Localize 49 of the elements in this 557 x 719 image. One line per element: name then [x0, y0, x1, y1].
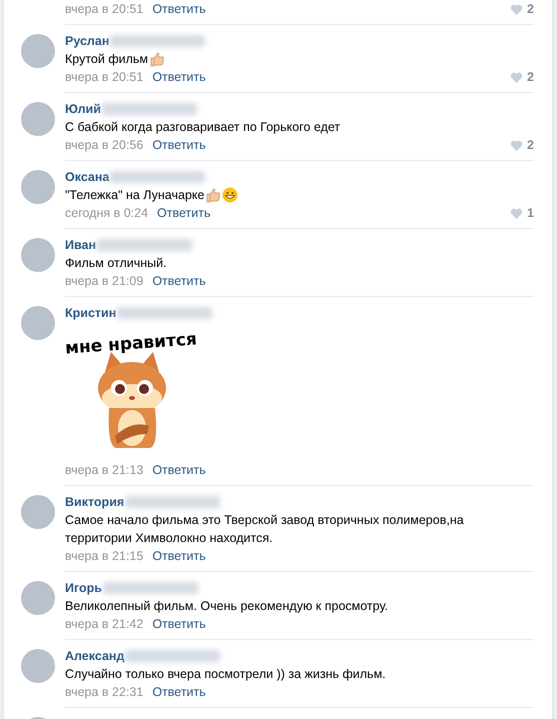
avatar-placeholder[interactable]	[21, 170, 55, 204]
comment-text: Крутой фильм	[65, 51, 148, 68]
author-name[interactable]: Юлий	[65, 102, 101, 116]
avatar-placeholder[interactable]	[21, 102, 55, 136]
comment-time: вчера в 20:56	[65, 138, 144, 152]
avatar-placeholder[interactable]	[21, 34, 55, 68]
thumbs-up-icon	[205, 187, 222, 203]
comment-text: "Тележка" на Луначарке	[65, 187, 204, 204]
heart-icon	[510, 72, 524, 82]
author-name[interactable]: Виктория	[65, 495, 124, 509]
comment-text: Случайно только вчера посмотрели )) за жизнь фильм.	[65, 666, 386, 683]
reply-link[interactable]: Ответить	[157, 206, 210, 220]
reply-link[interactable]: Ответить	[152, 2, 206, 16]
author-name[interactable]: Руслан	[65, 34, 110, 48]
comment-time: вчера в 22:31	[65, 685, 144, 699]
reply-link[interactable]: Ответить	[152, 274, 206, 288]
reply-link[interactable]: Ответить	[152, 70, 206, 84]
avatar-placeholder[interactable]	[21, 306, 55, 340]
reply-link[interactable]: Ответить	[152, 617, 206, 631]
reply-link[interactable]: Ответить	[152, 138, 206, 152]
author-name[interactable]: Игорь	[65, 581, 102, 595]
author-name[interactable]: Александ	[65, 649, 124, 663]
thumbs-up-icon	[149, 51, 166, 67]
reply-link[interactable]: Ответить	[152, 549, 206, 563]
comment-time: вчера в 21:13	[65, 463, 144, 477]
grinning-face-icon	[222, 187, 238, 203]
avatar-placeholder[interactable]	[21, 495, 55, 529]
comment-time: вчера в 21:09	[65, 274, 144, 288]
avatar-placeholder[interactable]	[21, 581, 55, 615]
comment-time: сегодня в 0:24	[65, 206, 148, 220]
comment-time: вчера в 21:42	[65, 617, 144, 631]
comment-text: Великолепный фильм. Очень рекомендую к просмотру.	[65, 598, 388, 615]
author-name[interactable]: Оксана	[65, 170, 110, 184]
avatar-placeholder[interactable]	[21, 649, 55, 683]
reply-link[interactable]: Ответить	[152, 685, 206, 699]
sticker-caption: мне нравится	[64, 329, 198, 359]
comment-text: Самое начало фильма это Тверской завод вторичных полимеров,на территории Химволокно находится.	[65, 512, 465, 547]
author-name[interactable]: Кристин	[65, 306, 116, 320]
comment-text: Фильм отличный.	[65, 255, 167, 272]
comment-time: вчера в 20:51	[65, 70, 144, 84]
heart-icon	[510, 4, 524, 14]
comment-text: С бабкой когда разговаривает по Горького едет	[65, 119, 340, 136]
comment-time: вчера в 21:15	[65, 549, 144, 563]
comment-time: вчера в 20:51	[65, 2, 144, 16]
avatar-placeholder[interactable]	[21, 238, 55, 272]
heart-icon	[510, 208, 524, 218]
reply-link[interactable]: Ответить	[152, 463, 206, 477]
author-name[interactable]: Иван	[65, 238, 96, 252]
heart-icon	[510, 140, 524, 150]
